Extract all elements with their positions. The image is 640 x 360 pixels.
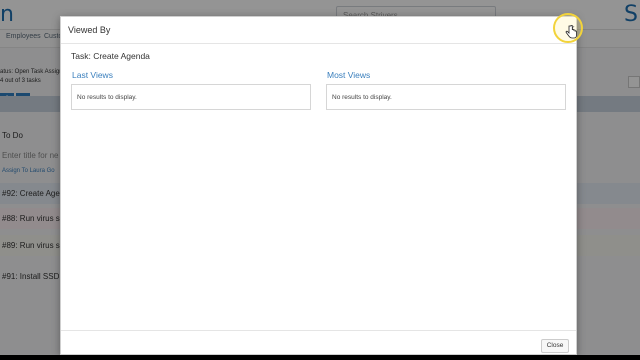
dialog-title: Viewed By (68, 25, 111, 35)
last-views-list: No results to display. (71, 84, 311, 110)
most-views-section: Most Views No results to display. (326, 70, 566, 110)
empty-message: No results to display. (332, 94, 392, 101)
most-views-heading: Most Views (327, 70, 371, 80)
viewed-by-dialog: Viewed By × Task: Create Agenda Last Vie… (60, 13, 583, 356)
empty-message: No results to display. (77, 94, 137, 101)
dialog-header: Viewed By × (61, 13, 583, 44)
task-title: Task: Create Agenda (71, 51, 150, 61)
last-views-section: Last Views No results to display. (71, 70, 311, 110)
close-icon[interactable]: × (566, 23, 578, 35)
last-views-heading: Last Views (72, 70, 113, 80)
most-views-list: No results to display. (326, 84, 566, 110)
dialog-footer: Close (61, 330, 576, 356)
close-button[interactable]: Close (541, 339, 569, 353)
